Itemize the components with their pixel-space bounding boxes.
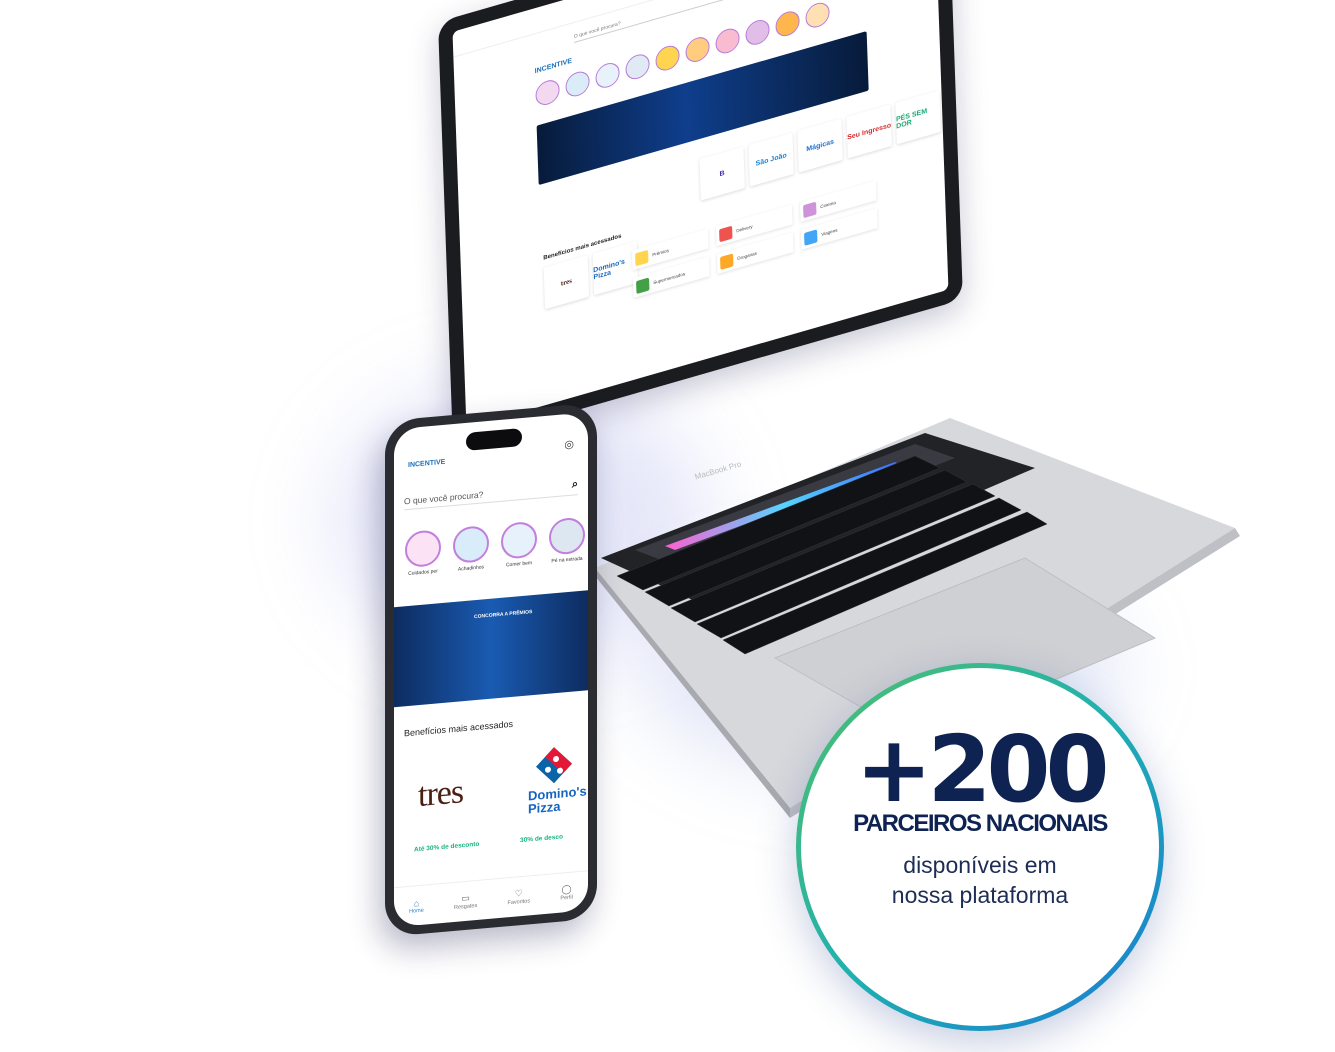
- category-bubble[interactable]: [565, 68, 590, 100]
- tile-label: Supermercados: [653, 270, 686, 285]
- category-bubble[interactable]: [715, 25, 740, 57]
- category-image: [453, 524, 489, 565]
- nav-perfil[interactable]: ◯ Perfil: [560, 884, 573, 902]
- bottom-nav: ⌂ Home ▭ Resgates ♡ Favoritos ◯ Perfil: [394, 870, 588, 928]
- badge-title: PARCEIROS NACIONAIS: [853, 810, 1108, 837]
- badge-inner: +200 PARCEIROS NACIONAIS disponíveis em …: [801, 668, 1159, 1026]
- partner-card[interactable]: São João: [748, 132, 794, 187]
- category-bubble[interactable]: [625, 51, 650, 83]
- tile-icon: [803, 201, 817, 218]
- category-bubble[interactable]: [745, 17, 770, 48]
- badge-subtitle: disponíveis em nossa plataforma: [801, 850, 1159, 910]
- dynamic-island: [466, 428, 522, 451]
- phone-promo-banner[interactable]: CONCORRA A PRÊMIOS: [394, 590, 588, 708]
- phone-logo[interactable]: INCENTIVE: [408, 459, 445, 469]
- dominos-name: Domino's Pizza: [528, 783, 587, 817]
- phone-search-placeholder: O que você procura?: [404, 489, 484, 507]
- phone-screen: INCENTIVE ◎ O que você procura? ⌕ Cuidad…: [394, 412, 588, 928]
- category-bubble[interactable]: [655, 42, 680, 74]
- category-bubble[interactable]: [595, 60, 620, 91]
- offer-text: 30% de desco: [520, 833, 563, 845]
- banner-text: CONCORRA A PRÊMIOS: [474, 609, 533, 621]
- nav-label: Perfil: [560, 894, 573, 902]
- tile-label: Viagens: [821, 226, 838, 237]
- category-item[interactable]: Achadinhos: [452, 524, 490, 573]
- badge-number: +200: [855, 716, 1109, 823]
- category-label: Pé na estrada: [551, 555, 583, 565]
- laptop-screen: ♡ ◎ O que você procura? ⌕ INCENTIVE B Sã…: [452, 0, 949, 428]
- category-image: [501, 520, 537, 560]
- tile-icon: [720, 252, 734, 270]
- laptop-tile-grid: Prêmios Delivery Cinema Supermercados Dr…: [631, 180, 878, 298]
- category-label: Cuidados per: [408, 568, 438, 577]
- partner-card[interactable]: Mágicas: [797, 118, 843, 173]
- category-bubble[interactable]: [805, 0, 830, 31]
- partner-card[interactable]: B: [699, 146, 745, 201]
- category-item[interactable]: Comer bem: [500, 520, 538, 569]
- badge-subtitle-line2: nossa plataforma: [891, 882, 1069, 908]
- nav-label: Resgates: [454, 902, 478, 911]
- phone-section-title: Benefícios mais acessados: [404, 718, 514, 739]
- search-icon[interactable]: ⌕: [572, 478, 578, 492]
- category-image: [405, 529, 441, 569]
- dominos-logo-icon: [536, 747, 572, 784]
- nav-label: Home: [409, 907, 424, 915]
- category-bubble[interactable]: [685, 34, 710, 65]
- laptop-lid: ♡ ◎ O que você procura? ⌕ INCENTIVE B Sã…: [438, 0, 963, 446]
- partner-card[interactable]: PÉS SEM DOR: [895, 90, 941, 145]
- partners-badge: +200 PARCEIROS NACIONAIS disponíveis em …: [796, 663, 1164, 1031]
- category-label: Comer bem: [505, 560, 533, 569]
- tile-label: Cinema: [820, 199, 836, 209]
- phone-category-row: Cuidados per Achadinhos Comer bem Pé na …: [404, 516, 586, 577]
- tile-label: Drogarias: [737, 250, 757, 261]
- category-bubble[interactable]: [775, 8, 800, 40]
- benefit-card-tres[interactable]: tres Até 30% de desconto: [400, 740, 500, 859]
- benefit-card-dominos[interactable]: Domino's Pizza 30% de desco: [510, 732, 588, 849]
- nav-resgates[interactable]: ▭ Resgates: [454, 892, 477, 911]
- phone-frame: INCENTIVE ◎ O que você procura? ⌕ Cuidad…: [385, 402, 597, 937]
- tres-logo: tres: [418, 773, 464, 815]
- tile-label: Prêmios: [652, 247, 669, 258]
- category-item[interactable]: Pé na estrada: [548, 516, 586, 564]
- user-icon[interactable]: ◎: [564, 437, 574, 451]
- nav-home[interactable]: ⌂ Home: [409, 897, 424, 915]
- badge-subtitle-line1: disponíveis em: [903, 852, 1057, 878]
- dominos-name-line2: Pizza: [528, 798, 561, 817]
- category-image: [549, 516, 585, 556]
- category-bubble[interactable]: [535, 77, 560, 108]
- offer-text: Até 30% de desconto: [414, 840, 480, 854]
- tile-icon: [636, 276, 650, 294]
- partner-card[interactable]: Seu Ingresso: [846, 104, 892, 159]
- tile-icon: [719, 225, 733, 242]
- benefit-card[interactable]: Domino's Pizza: [592, 241, 639, 296]
- laptop-search-placeholder: O que você procura?: [573, 20, 621, 40]
- phone-search-input[interactable]: O que você procura? ⌕: [404, 471, 578, 511]
- laptop-logo[interactable]: INCENTIVE: [535, 58, 573, 76]
- nav-favoritos[interactable]: ♡ Favoritos: [507, 887, 530, 906]
- category-label: Achadinhos: [457, 564, 485, 573]
- benefit-card[interactable]: tres: [543, 255, 590, 310]
- nav-label: Favoritos: [507, 898, 531, 907]
- tile-label: Delivery: [736, 223, 753, 233]
- tile-icon: [804, 228, 818, 246]
- tile-icon: [635, 249, 649, 266]
- category-item[interactable]: Cuidados per: [404, 529, 442, 577]
